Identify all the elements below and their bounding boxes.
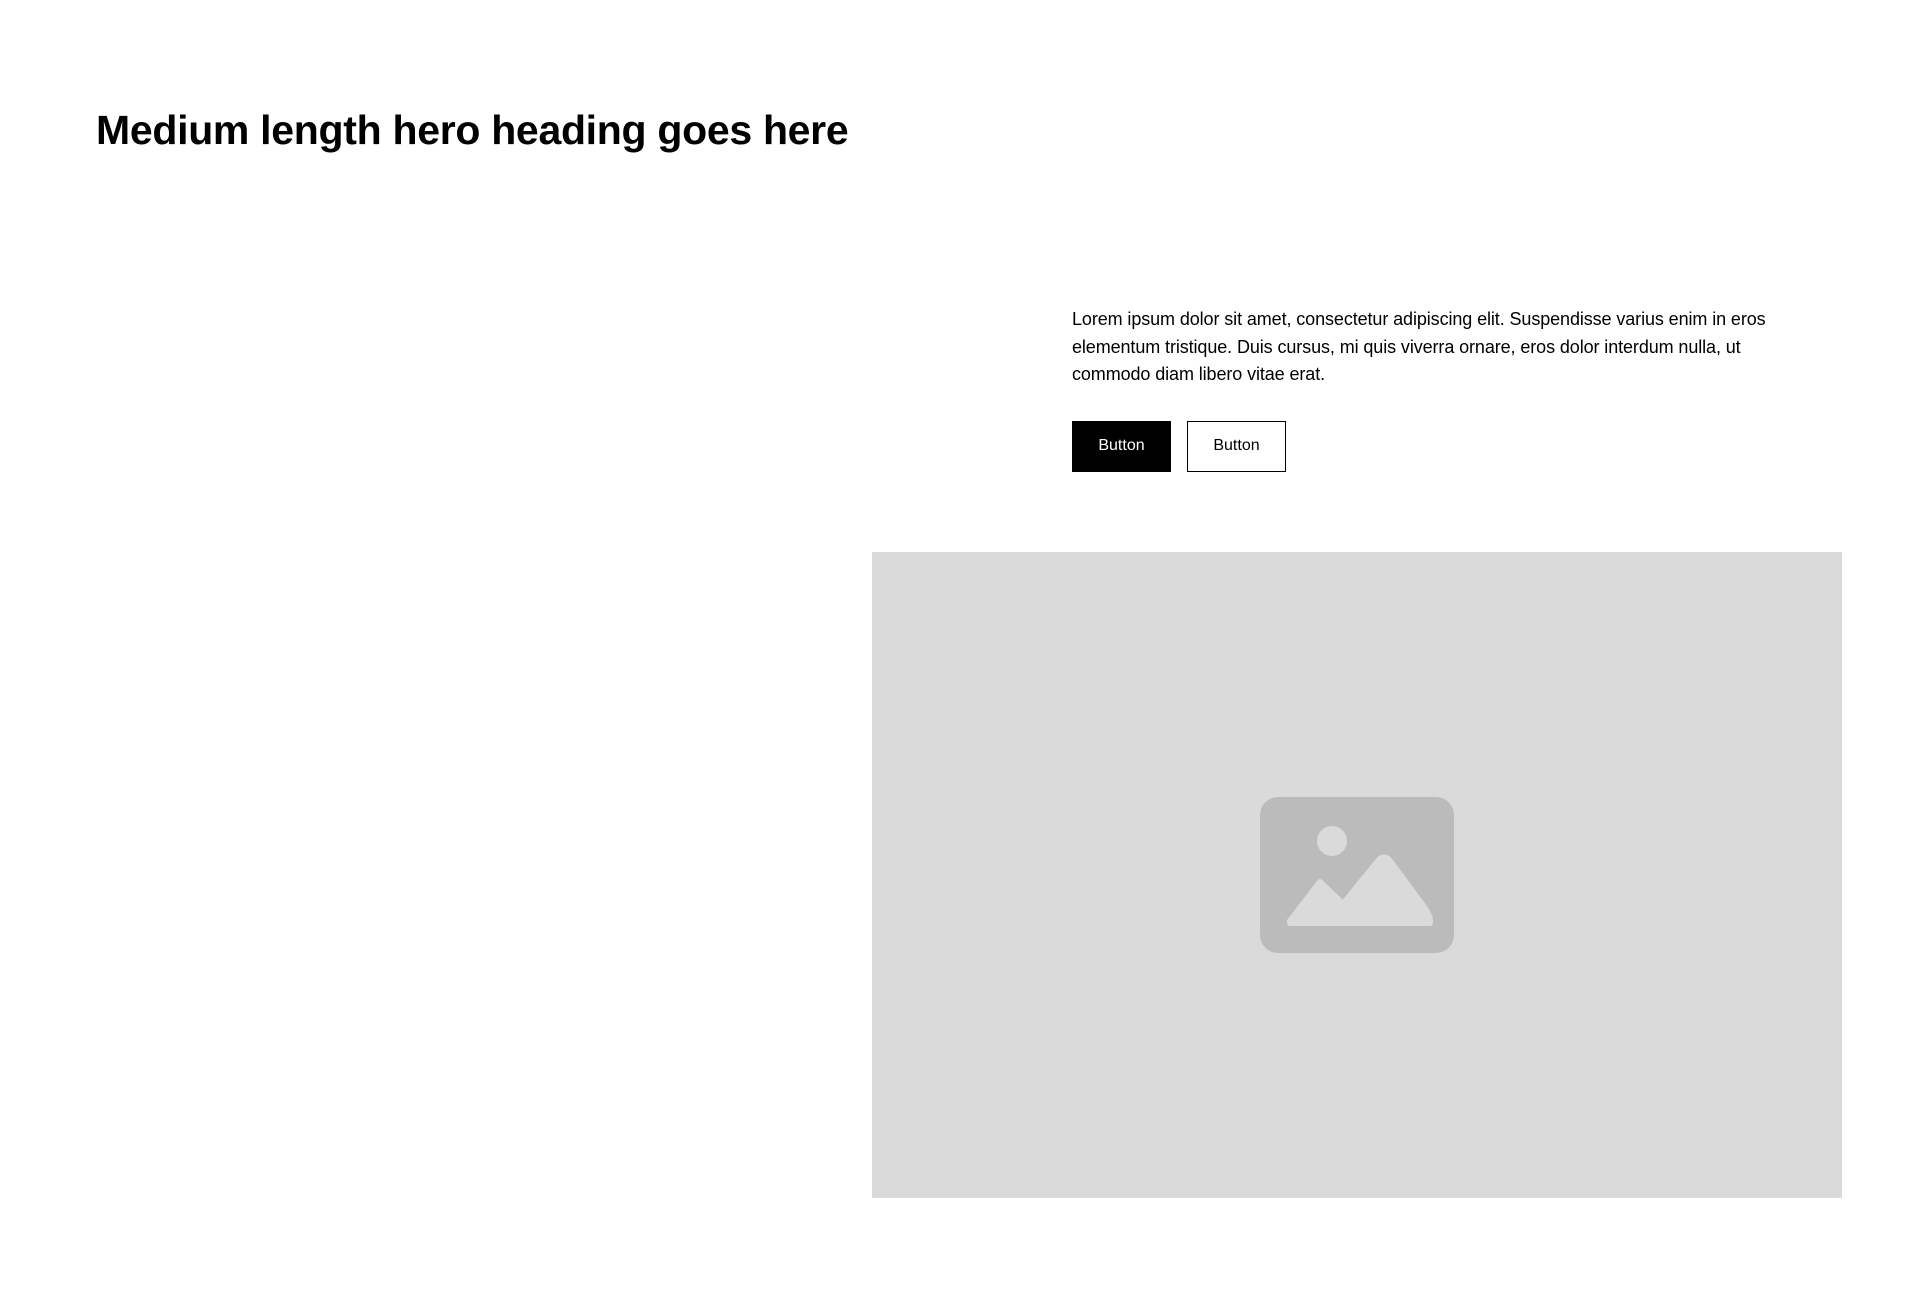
hero-paragraph: Lorem ipsum dolor sit amet, consectetur … bbox=[1072, 309, 1766, 384]
image-placeholder-icon bbox=[1260, 797, 1454, 953]
secondary-button[interactable]: Button bbox=[1187, 420, 1286, 472]
hero-image-placeholder bbox=[872, 552, 1842, 1198]
hero-heading: Medium length hero heading goes here bbox=[96, 107, 849, 153]
primary-button[interactable]: Button bbox=[1072, 420, 1171, 472]
hero-content: Lorem ipsum dolor sit amet, consectetur … bbox=[1072, 306, 1792, 472]
hero-actions: Button Button bbox=[1072, 420, 1792, 472]
